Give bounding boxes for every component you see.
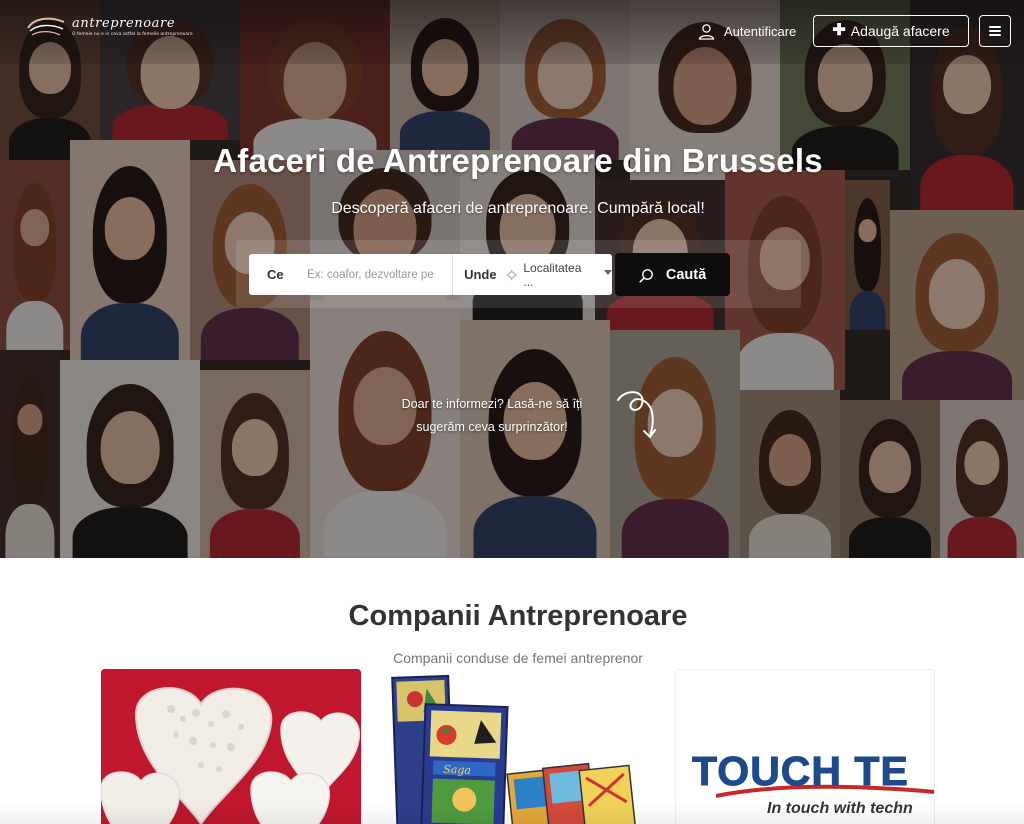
logo-tagline: O femeie nu e in ceva astfel la femeile …: [72, 31, 193, 37]
plus-icon: ✚: [832, 22, 846, 39]
login-link[interactable]: Autentificare: [698, 20, 796, 42]
login-label: Autentificare: [724, 23, 797, 39]
location-value: Localitatea ...: [523, 260, 582, 289]
add-business-button[interactable]: ✚ Adaugă afacere: [813, 15, 969, 47]
company-card-touch-tech[interactable]: TOUCH TE In touch with techn: [675, 669, 935, 824]
hero-section: antreprenoare O femeie nu e in ceva astf…: [0, 0, 1024, 558]
menu-icon: [989, 26, 1001, 36]
section-subtitle: Companii conduse de femei antreprenor: [393, 650, 643, 666]
what-input[interactable]: [296, 254, 453, 295]
logo[interactable]: antreprenoare O femeie nu e in ceva astf…: [26, 12, 193, 42]
where-label: Unde: [464, 267, 497, 282]
add-business-label: Adaugă afacere: [850, 23, 950, 39]
section-title: Companii Antreprenoare: [348, 600, 688, 632]
logo-name: antreprenoare: [72, 15, 176, 31]
what-label: Ce: [267, 267, 284, 282]
chevron-down-icon: [604, 270, 612, 275]
location-icon: [506, 269, 517, 280]
search-icon: [639, 269, 653, 283]
hero-subtitle: Descoperă afaceri de antreprenoare. Cump…: [331, 200, 705, 217]
curly-arrow-icon: [617, 391, 656, 438]
suggest-hint[interactable]: Doar te informezi? Lasă-ne să îți sugeră…: [380, 393, 604, 439]
company-card-tarot[interactable]: Saga: [388, 669, 648, 824]
touch-tech-logo-text: TOUCH TE: [692, 748, 909, 795]
touch-tech-tagline: In touch with techn: [767, 800, 913, 817]
location-select[interactable]: Localitatea ...: [506, 261, 612, 289]
hint-line-2: sugerăm ceva surprinzător!: [416, 420, 568, 434]
user-icon: [698, 23, 715, 40]
tarot-cards-image: Saga: [388, 669, 648, 824]
hearts-image: [101, 669, 361, 824]
menu-button[interactable]: [979, 15, 1011, 47]
hint-line-1: Doar te informezi? Lasă-ne să îți: [401, 397, 583, 411]
search-button-label: Caută: [665, 266, 707, 283]
logo-icon: [27, 17, 65, 36]
search-button[interactable]: Caută: [615, 253, 730, 296]
company-card-hearts[interactable]: [101, 669, 361, 824]
search-form: Ce Unde Localitatea ...: [249, 254, 612, 295]
hero-title: Afaceri de Antreprenoare din Brussels: [213, 142, 823, 179]
svg-text:Saga: Saga: [443, 763, 471, 777]
